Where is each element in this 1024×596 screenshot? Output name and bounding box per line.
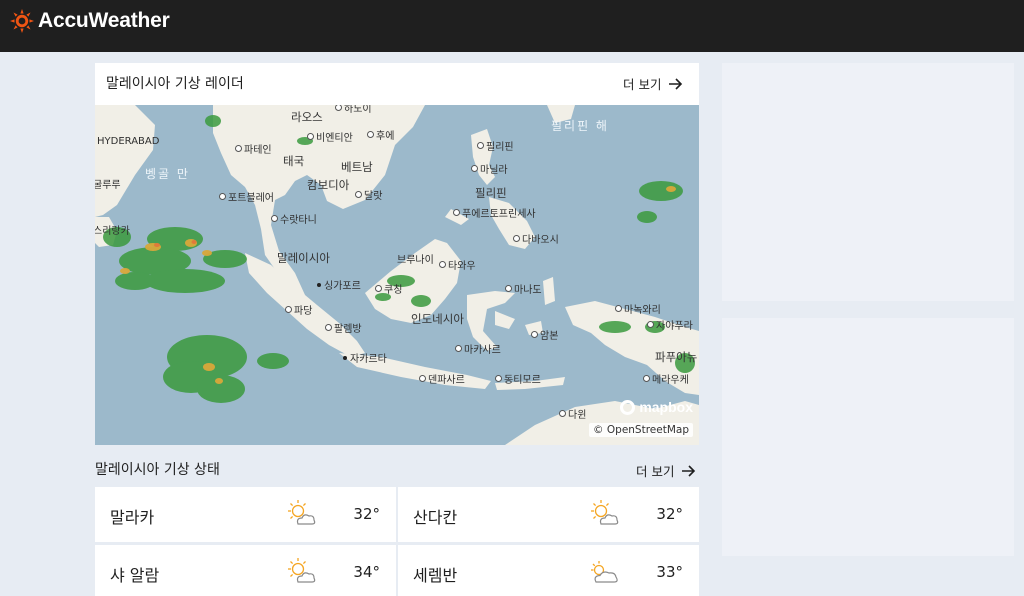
map-landmass: [95, 105, 699, 445]
map-label-manila: 마닐라: [471, 161, 508, 176]
city-name: 세렘반: [413, 566, 458, 585]
map-label-jayapura: 자야푸라: [647, 317, 693, 332]
map-label-dili: 동티모르: [495, 371, 541, 386]
map-label-surat: 수랏타니: [271, 211, 317, 226]
map-label-legazpi: 필리핀: [477, 138, 514, 153]
map-attribution-link[interactable]: © OpenStreetMap: [589, 423, 693, 437]
city-temperature: 33°: [656, 563, 683, 581]
map-label-cambodia: 캄보디아: [307, 178, 350, 192]
arrow-right-icon: [682, 464, 696, 477]
map-label-brunei: 브루나이: [397, 255, 434, 266]
brand-name: AccuWeather: [38, 9, 170, 32]
top-navigation-bar: AccuWeather: [0, 0, 1024, 52]
map-label-indonesia: 인도네시아: [411, 312, 464, 326]
partly-sunny-icon: [591, 500, 619, 525]
city-name: 산다칸: [413, 508, 458, 527]
map-label-palembang: 팔렘방: [325, 320, 362, 335]
map-label-manado: 마나도: [505, 281, 542, 296]
ad-placeholder-bottom: [722, 318, 1014, 556]
map-label-makassar: 마카사르: [455, 341, 501, 356]
conditions-more-link[interactable]: 더 보기: [636, 461, 696, 480]
map-label-tawau: 타와우: [439, 257, 476, 272]
map-label-bay-of-bengal: 벵골 만: [145, 167, 190, 181]
radar-map[interactable]: HYDERABAD 벵골 만 굴루루 스리랑카 라오스 하노이 비엔티안 후에 …: [95, 105, 699, 445]
map-label-philippines: 필리핀: [475, 186, 507, 200]
map-label-hanoi: 하노이: [335, 105, 372, 115]
map-label-singapore: 싱가포르: [317, 277, 361, 292]
city-tile-malacca[interactable]: 말라카 32°: [95, 487, 396, 542]
map-label-puerto-princesa: 푸에르토프린세사: [453, 205, 536, 220]
map-label-dalat: 달랏: [355, 187, 382, 202]
map-label-pathein: 파테인: [235, 141, 272, 156]
radar-more-link[interactable]: 더 보기: [623, 74, 683, 93]
city-tile-shah-alam[interactable]: 샤 알람 34°: [95, 545, 396, 596]
map-label-merauke: 메라우케: [643, 371, 689, 386]
map-label-jakarta: 자카르타: [343, 350, 387, 365]
partly-sunny-icon: [288, 558, 316, 583]
map-label-darwin: 다윈: [559, 406, 586, 421]
map-label-hue: 후에: [367, 127, 394, 142]
mapbox-label: mapbox: [639, 399, 693, 415]
map-label-vietnam: 베트남: [341, 160, 373, 174]
mostly-cloudy-icon: [591, 561, 618, 583]
sun-logo-icon: [10, 9, 34, 33]
conditions-more-label: 더 보기: [636, 464, 675, 479]
city-name: 말라카: [110, 508, 155, 527]
radar-card-header: 말레이시아 기상 레이더 더 보기: [95, 63, 699, 105]
map-label-davao: 다바오시: [513, 231, 559, 246]
radar-more-label: 더 보기: [623, 77, 662, 92]
city-tile-seremban[interactable]: 세렘반 33°: [398, 545, 699, 596]
map-label-gulu: 굴루루: [95, 180, 121, 191]
city-tile-sandakan[interactable]: 산다칸 32°: [398, 487, 699, 542]
map-label-denpasar: 덴파사르: [419, 371, 465, 386]
map-label-kuching: 쿠칭: [375, 281, 402, 296]
map-label-srilanka: 스리랑카: [95, 226, 130, 237]
accuweather-logo[interactable]: AccuWeather: [10, 9, 170, 33]
city-temperature: 34°: [353, 563, 380, 581]
map-label-ambon: 암본: [531, 327, 558, 342]
map-label-padang: 파당: [285, 302, 312, 317]
city-temperature: 32°: [353, 505, 380, 523]
city-temperature: 32°: [656, 505, 683, 523]
map-label-laos: 라오스: [291, 110, 323, 124]
map-label-thailand: 태국: [283, 154, 305, 168]
mapbox-icon: [620, 399, 636, 415]
map-label-port-blair: 포트블레어: [219, 189, 274, 204]
conditions-title: 말레이시아 기상 상태: [95, 462, 220, 478]
city-name: 샤 알람: [110, 566, 160, 585]
map-label-hyderabad: HYDERABAD: [97, 136, 160, 147]
radar-title: 말레이시아 기상 레이더: [106, 76, 244, 92]
map-label-manokwari: 마녹와리: [615, 301, 661, 316]
partly-sunny-icon: [288, 500, 316, 525]
map-label-philippine-sea: 필리핀 해: [551, 119, 609, 133]
ad-placeholder-top: [722, 63, 1014, 301]
arrow-right-icon: [669, 77, 683, 90]
mapbox-logo[interactable]: mapbox: [620, 399, 693, 415]
map-label-malaysia: 말레이시아: [277, 251, 330, 265]
map-label-vientiane: 비엔티안: [307, 129, 353, 144]
map-label-papua: 파푸아뉴: [655, 350, 698, 364]
